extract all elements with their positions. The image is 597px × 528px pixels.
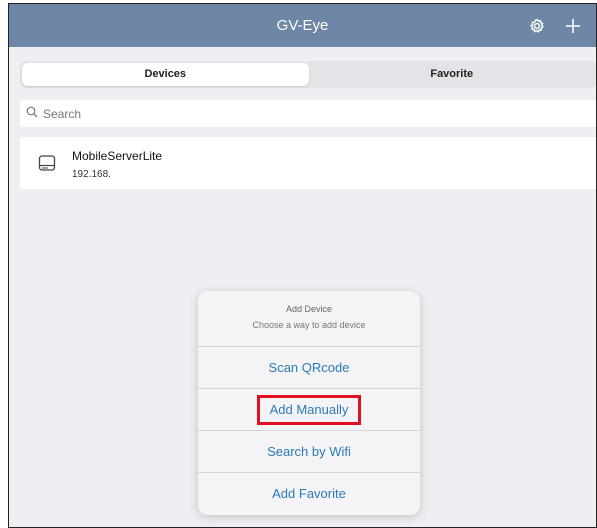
search-icon xyxy=(26,105,38,123)
gear-icon[interactable] xyxy=(528,17,546,35)
search-by-wifi-button[interactable]: Search by Wifi xyxy=(198,431,420,473)
plus-icon[interactable] xyxy=(564,17,582,35)
hard-drive-icon xyxy=(38,153,56,173)
device-list-item[interactable]: MobileServerLite 192.168. xyxy=(20,137,596,189)
navigation-bar: GV-Eye xyxy=(9,4,596,47)
search-input[interactable] xyxy=(43,106,563,121)
add-manually-button[interactable]: Add Manually xyxy=(198,389,420,431)
app-window: GV-Eye Devices Favorite Search MobileSer… xyxy=(8,3,597,528)
app-title: GV-Eye xyxy=(276,17,329,34)
device-ip: 192.168. xyxy=(72,169,111,180)
tab-devices[interactable]: Devices xyxy=(22,63,309,86)
action-sheet-title: Add Device xyxy=(285,304,333,314)
scan-qrcode-button[interactable]: Scan QRcode xyxy=(198,347,420,389)
scan-qrcode-label: Scan QRcode xyxy=(268,360,350,375)
add-device-action-sheet: Add Device Choose a way to add device Sc… xyxy=(198,291,420,515)
devices-favorite-segmented-control: Devices Favorite xyxy=(20,61,596,88)
navbar-actions xyxy=(528,4,582,47)
device-name: MobileServerLite xyxy=(72,149,163,163)
add-manually-label: Add Manually xyxy=(256,395,362,425)
search-bar xyxy=(20,100,596,127)
search-by-wifi-label: Search by Wifi xyxy=(267,444,351,459)
action-sheet-subtitle: Choose a way to add device xyxy=(252,320,366,330)
tab-favorite[interactable]: Favorite xyxy=(309,63,596,86)
action-sheet-header: Add Device Choose a way to add device xyxy=(198,291,420,347)
add-favorite-button[interactable]: Add Favorite xyxy=(198,473,420,515)
add-favorite-label: Add Favorite xyxy=(272,486,346,501)
